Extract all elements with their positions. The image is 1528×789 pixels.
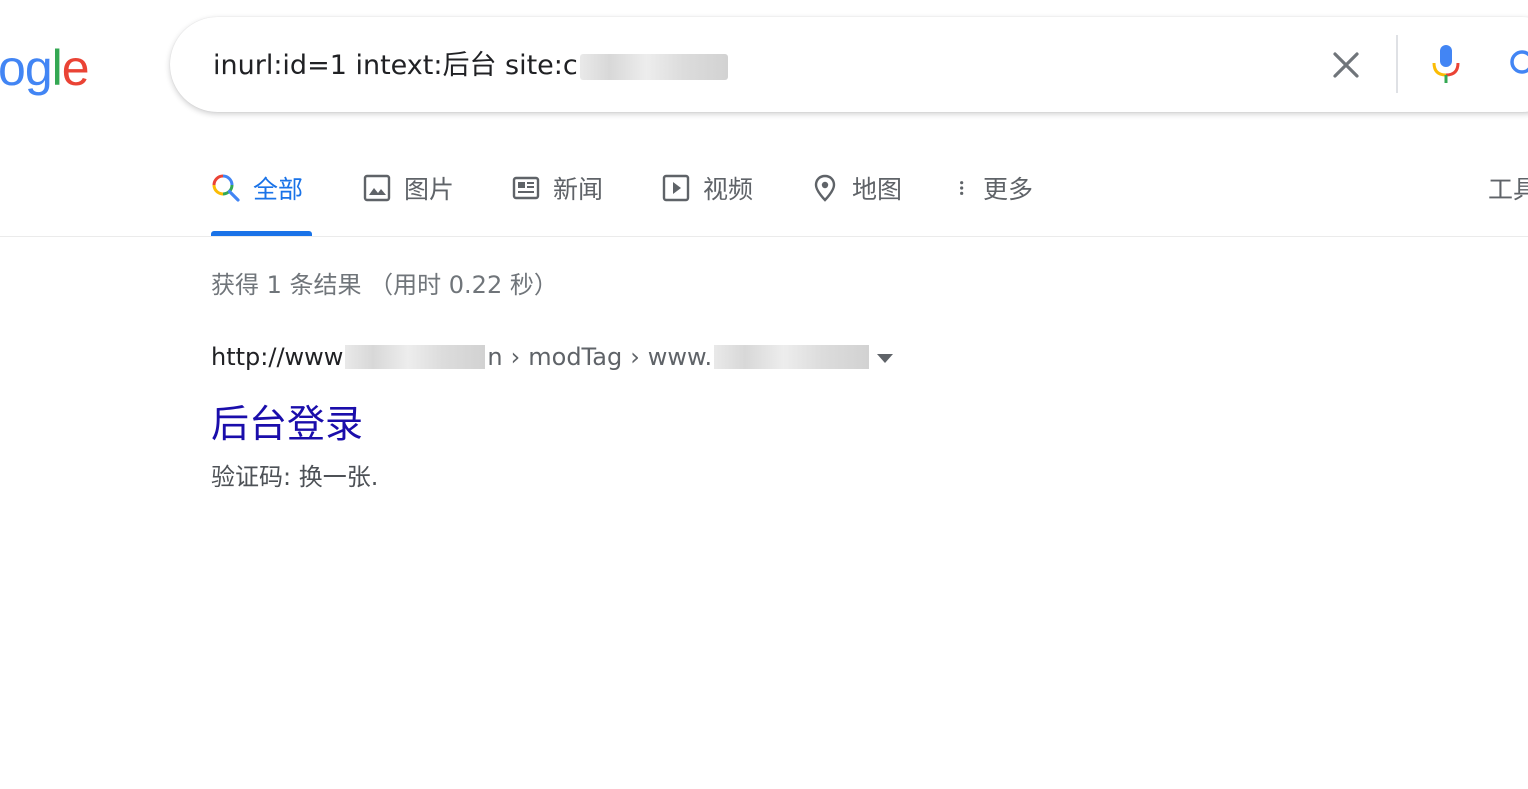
logo-letter-l: l [51,40,63,96]
logo-letter-g: g [24,40,53,96]
tab-videos-label: 视频 [703,175,754,204]
logo-letter-e: e [61,40,90,96]
tab-more-label: 更多 [983,175,1034,204]
tab-all[interactable]: 全部 [211,170,303,230]
breadcrumb-separator: › [630,343,640,371]
chevron-down-icon[interactable] [877,353,894,363]
search-icon [212,174,240,202]
news-icon [512,176,540,200]
mic-icon[interactable] [1428,43,1464,87]
result-url-prefix: http://www [211,343,344,371]
result-url-tail: n [487,343,503,371]
redacted-block [714,345,870,369]
active-tab-indicator [211,231,312,236]
search-results-page: ogle inurl:id=1 intext:后台 site:c 全部 图片 新… [0,0,1528,789]
close-icon[interactable] [1328,47,1364,83]
tab-more[interactable]: 更多 [955,170,1033,230]
search-query-tail: c [562,50,578,81]
tab-news[interactable]: 新闻 [511,170,603,230]
result-url-path: modTag [528,343,623,371]
result-snippet: 验证码: 换一张. [211,463,379,491]
tab-all-label: 全部 [253,175,304,204]
breadcrumb-separator: › [510,343,521,371]
google-logo[interactable]: ogle [0,38,90,98]
search-box: inurl:id=1 intext:后台 site:c [170,17,1528,112]
tab-images-label: 图片 [404,175,455,204]
search-icon[interactable] [1507,47,1528,83]
tab-maps[interactable]: 地图 [810,170,902,230]
search-tabs: 全部 图片 新闻 视频 地图 更多 工具 [0,160,1528,237]
result-title-link[interactable]: 后台登录 [211,393,363,448]
more-vert-icon [960,181,964,195]
tab-videos[interactable]: 视频 [661,170,753,230]
tools-button[interactable]: 工具 [1488,170,1528,230]
search-input[interactable]: inurl:id=1 intext:后台 site:c [213,43,728,82]
result-stats: 获得 1 条结果 （用时 0.22 秒） [211,271,558,299]
tab-images[interactable]: 图片 [362,170,454,230]
image-icon [363,174,391,202]
map-pin-icon [814,174,836,202]
tools-label: 工具 [1488,175,1528,204]
logo-letter-o: o [0,40,26,96]
search-query-text: inurl:id=1 intext:后台 site: [213,50,563,81]
result-url[interactable]: http://www n › modTag › www. [211,343,894,371]
video-icon [662,174,690,202]
tab-maps-label: 地图 [852,175,903,204]
result-url-path2: www. [647,343,713,371]
search-box-divider [1396,35,1398,93]
redacted-block [579,53,728,80]
tab-news-label: 新闻 [553,175,604,204]
redacted-block [345,345,486,369]
